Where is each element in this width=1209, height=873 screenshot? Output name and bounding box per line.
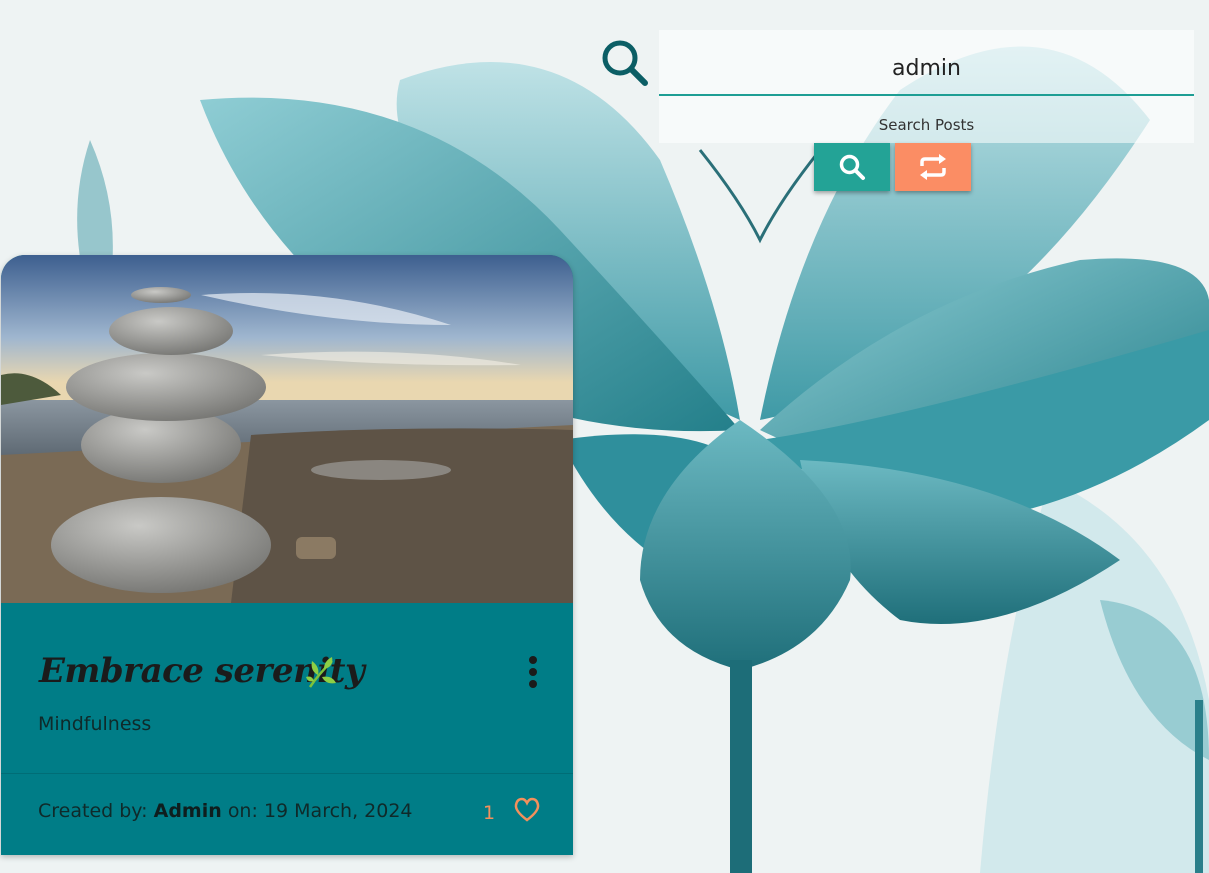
- search-button[interactable]: [814, 143, 890, 191]
- repeat-icon: [920, 154, 946, 180]
- search-icon: [602, 40, 648, 86]
- search-label: Search Posts: [878, 116, 975, 134]
- post-footer: Created by: Admin on: 19 March, 2024 1: [1, 774, 573, 855]
- like-count: 1: [483, 802, 496, 824]
- heart-icon[interactable]: [513, 796, 541, 824]
- search-icon: [839, 154, 865, 180]
- post-category: Mindfulness: [38, 713, 152, 735]
- post-card[interactable]: Embrace serenity Mindfulness Created by:…: [1, 255, 573, 855]
- search-section: Search Posts: [600, 30, 1200, 200]
- vertical-dots-icon[interactable]: [523, 655, 543, 689]
- leaf-icon: [306, 657, 336, 688]
- post-body: Embrace serenity Mindfulness: [1, 603, 573, 773]
- post-image: [1, 255, 573, 603]
- created-by-label: Created by:: [38, 800, 148, 822]
- search-input[interactable]: [659, 42, 1194, 96]
- post-meta: Created by: Admin on: 19 March, 2024: [38, 800, 413, 822]
- on-label: on:: [227, 800, 258, 822]
- post-author[interactable]: Admin: [154, 800, 222, 822]
- post-date: 19 March, 2024: [263, 800, 413, 822]
- reset-button[interactable]: [895, 143, 971, 191]
